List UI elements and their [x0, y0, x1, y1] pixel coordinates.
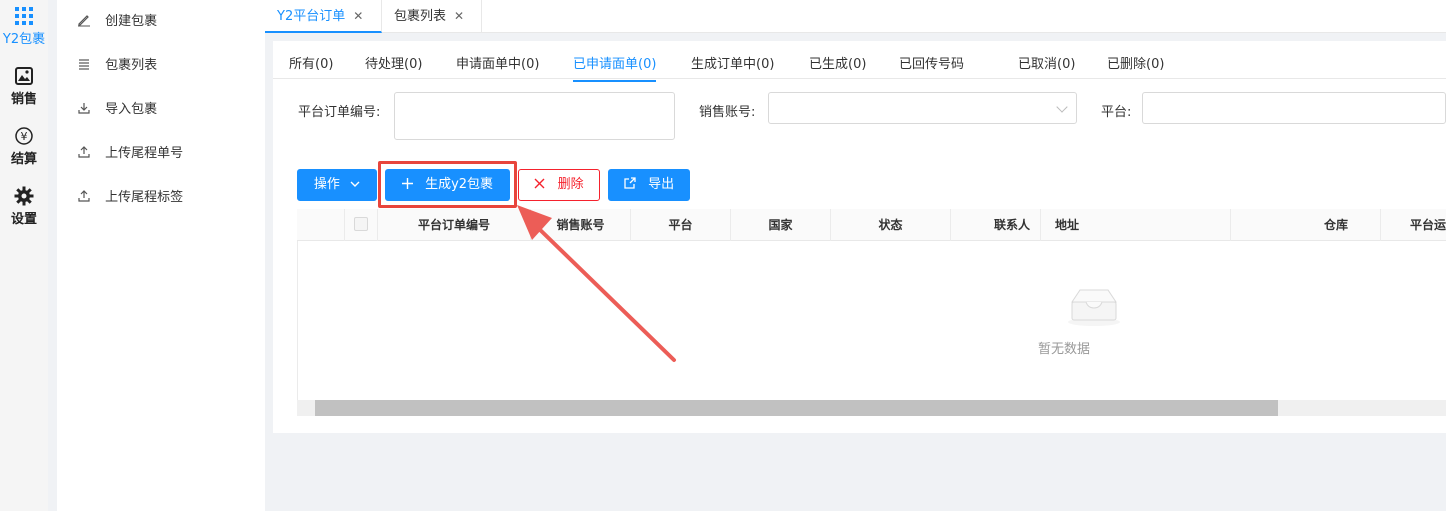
order-no-input[interactable] [394, 92, 675, 140]
rail-label: 设置 [10, 212, 37, 227]
account-label: 销售账号: [699, 105, 756, 120]
table-header-order-no[interactable]: 平台订单编号 [378, 209, 531, 241]
list-icon [79, 59, 89, 70]
generate-label: 生成y2包裹 [425, 177, 494, 192]
rail-label: 销售 [10, 92, 37, 107]
generate-parcel-button[interactable]: 生成y2包裹 [385, 169, 510, 201]
upload-icon [78, 146, 90, 158]
select-all-checkbox[interactable] [354, 217, 368, 231]
table-header-platform-shipping[interactable]: 平台运 [1381, 209, 1446, 241]
status-tab-label-applied[interactable]: 已申请面单(0) [573, 53, 657, 82]
chevron-down-icon [350, 181, 360, 187]
submenu-label: 上传尾程标签 [105, 190, 184, 205]
rail-item-sales[interactable]: 销售 [0, 66, 48, 107]
chevron-down-icon [1056, 101, 1068, 113]
status-tab-returned[interactable]: 已回传号码 [899, 53, 964, 80]
image-icon [15, 67, 33, 85]
close-icon[interactable]: ✕ [353, 9, 363, 23]
tab-bar: Y2平台订单 ✕ 包裹列表 ✕ [265, 0, 1446, 33]
export-label: 导出 [648, 177, 675, 192]
select-all-cell [345, 209, 378, 241]
order-no-label: 平台订单编号: [298, 105, 381, 120]
svg-text:¥: ¥ [21, 130, 28, 143]
submenu-item-create-parcel[interactable]: 创建包裹 [57, 10, 265, 34]
rail-label: 结算 [10, 152, 37, 167]
status-tab-deleted[interactable]: 已删除(0) [1107, 53, 1164, 80]
table-header-address[interactable]: 地址 [1041, 209, 1231, 241]
horizontal-scrollbar[interactable] [297, 400, 1446, 416]
scrollbar-thumb[interactable] [315, 400, 1278, 416]
submenu-item-import-parcel[interactable]: 导入包裹 [57, 98, 265, 122]
empty-inbox-icon [1068, 289, 1120, 326]
rail-label: Y2包裹 [2, 32, 46, 47]
table-header-status[interactable]: 状态 [831, 209, 951, 241]
upload-icon [78, 190, 90, 202]
tab-label: Y2平台订单 [277, 9, 346, 24]
export-icon [624, 177, 636, 189]
empty-state-text: 暂无数据 [1038, 342, 1091, 357]
table-header-platform[interactable]: 平台 [631, 209, 731, 241]
submenu-label: 包裹列表 [105, 58, 158, 73]
submenu-label: 导入包裹 [105, 102, 158, 117]
grid-icon [15, 7, 33, 25]
delete-button[interactable]: 删除 [518, 169, 600, 201]
operate-dropdown-button[interactable]: 操作 [297, 169, 377, 201]
platform-label: 平台: [1101, 105, 1132, 120]
submenu-label: 上传尾程单号 [105, 146, 184, 161]
export-button[interactable]: 导出 [608, 169, 690, 201]
table-body [297, 241, 1446, 401]
status-tab-all[interactable]: 所有(0) [289, 53, 333, 80]
table-header-index [297, 209, 345, 241]
table-header: 平台订单编号 销售账号 平台 国家 状态 联系人 地址 仓库 平台运 [297, 209, 1446, 241]
submenu-item-upload-tracking[interactable]: 上传尾程单号 [57, 142, 265, 166]
close-icon [534, 178, 545, 189]
plus-icon [401, 178, 413, 189]
rail-item-settlement[interactable]: ¥ 结算 [0, 126, 48, 167]
submenu-label: 创建包裹 [105, 14, 158, 29]
tab-label: 包裹列表 [394, 9, 447, 24]
table-header-account[interactable]: 销售账号 [531, 209, 631, 241]
rail-item-settings[interactable]: 设置 [0, 186, 48, 227]
account-select[interactable] [768, 92, 1077, 124]
status-tab-pending[interactable]: 待处理(0) [365, 53, 422, 80]
submenu-item-parcel-list[interactable]: 包裹列表 [57, 54, 265, 78]
edit-icon [78, 15, 90, 27]
operate-label: 操作 [313, 177, 340, 192]
yuan-icon: ¥ [15, 127, 33, 145]
rail-item-y2-parcel[interactable]: Y2包裹 [0, 6, 48, 47]
table-header-country[interactable]: 国家 [731, 209, 831, 241]
close-icon[interactable]: ✕ [454, 9, 464, 23]
status-tab-generated[interactable]: 已生成(0) [809, 53, 866, 80]
tab-parcel-list[interactable]: 包裹列表 ✕ [382, 0, 482, 33]
status-tab-cancelled[interactable]: 已取消(0) [1018, 53, 1075, 80]
import-icon [78, 103, 90, 114]
app-rail: Y2包裹 销售 ¥ 结算 设置 [0, 0, 48, 511]
status-tab-applying-label[interactable]: 申请面单中(0) [456, 53, 539, 80]
status-tab-generating[interactable]: 生成订单中(0) [691, 53, 774, 80]
table-header-contact[interactable]: 联系人 [951, 209, 1041, 241]
status-tabs: 所有(0) 待处理(0) 申请面单中(0) 已申请面单(0) 生成订单中(0) … [273, 41, 1446, 82]
tab-y2-orders[interactable]: Y2平台订单 ✕ [265, 0, 382, 33]
delete-label: 删除 [557, 177, 584, 192]
submenu-item-upload-label[interactable]: 上传尾程标签 [57, 186, 265, 210]
table-header-warehouse[interactable]: 仓库 [1231, 209, 1381, 241]
gear-icon [14, 186, 34, 206]
content-panel: 所有(0) 待处理(0) 申请面单中(0) 已申请面单(0) 生成订单中(0) … [273, 41, 1446, 433]
platform-input[interactable] [1142, 92, 1446, 124]
submenu: 创建包裹 包裹列表 导入包裹 上传尾程单号 上传尾程标签 [57, 0, 265, 511]
